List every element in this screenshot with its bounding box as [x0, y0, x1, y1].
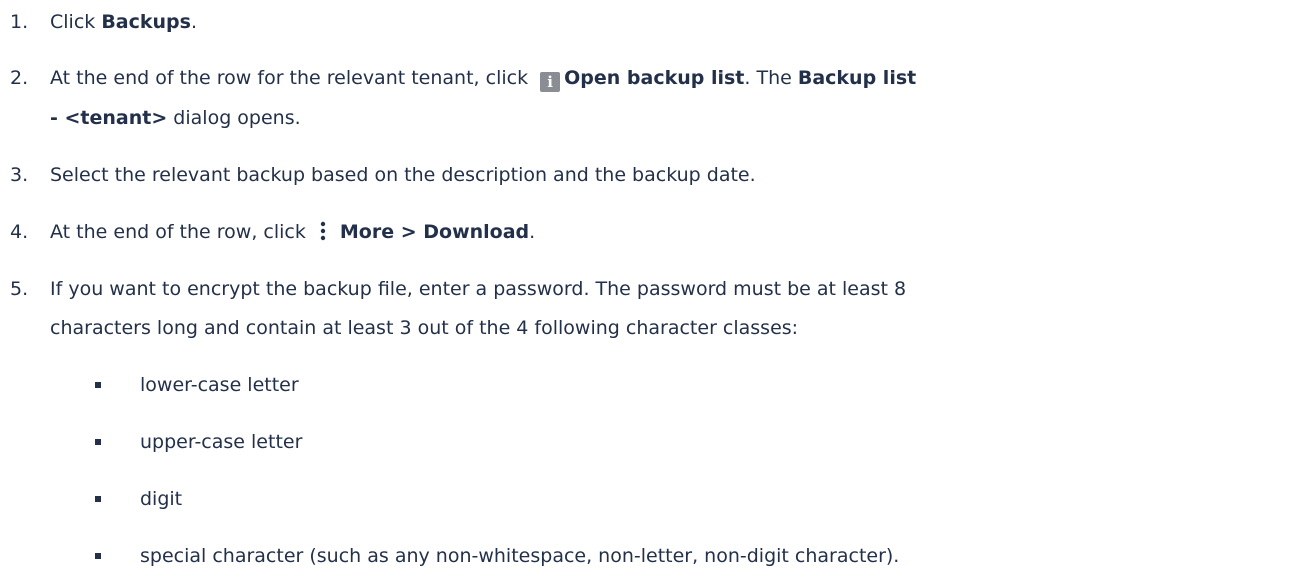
step-number: 5.: [10, 278, 29, 300]
step-number: 4.: [10, 221, 29, 243]
tenant-label: - <tenant>: [50, 107, 168, 129]
step-2-middle: . The: [744, 67, 798, 89]
step-4-prefix: At the end of the row, click: [50, 221, 306, 243]
bullet-text: digit: [140, 488, 183, 510]
backups-label: Backups: [101, 11, 191, 33]
bullet-icon: [95, 496, 101, 502]
bullet-text: upper-case letter: [140, 431, 303, 453]
bullet-icon: [95, 439, 101, 445]
step-2-prefix: At the end of the row for the relevant t…: [50, 67, 535, 89]
step-text: At the end of the row for the relevant t…: [50, 58, 916, 98]
step-4-end: .: [529, 221, 536, 243]
step-number: 2.: [10, 67, 29, 89]
bullet-text: special character (such as any non-white…: [140, 545, 900, 567]
more-download-label: More > Download: [339, 221, 530, 243]
step-text-continued: characters long and contain at least 3 o…: [50, 317, 799, 339]
step-text: Select the relevant backup based on the …: [50, 164, 756, 186]
step-1-end: .: [190, 11, 198, 33]
kebab-icon: [320, 221, 326, 241]
open-backup-list-label: Open backup list: [564, 67, 745, 89]
bullet-icon: [95, 553, 101, 559]
backup-list-label: Backup list: [797, 67, 917, 89]
bullet-icon: [95, 382, 101, 388]
step-text: If you want to encrypt the backup file, …: [50, 278, 907, 300]
instruction-document: 1. Click Backups. 2. At the end of the r…: [0, 0, 1296, 582]
info-icon: i: [540, 72, 561, 92]
step-2-end: dialog opens.: [167, 107, 301, 129]
step-1-prefix: Click: [50, 11, 102, 33]
bullet-text: lower-case letter: [140, 374, 299, 396]
step-number: 3.: [10, 164, 29, 186]
step-text: At the end of the row, click More > Downl…: [50, 212, 535, 252]
step-text: Click Backups.: [50, 2, 197, 42]
step-number: 1.: [10, 11, 29, 33]
step-text-continued: - <tenant> dialog opens.: [50, 98, 301, 138]
